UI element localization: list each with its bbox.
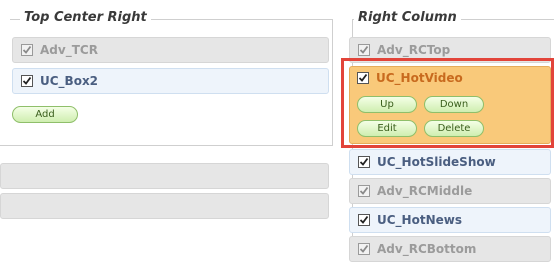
- module-item-label: UC_HotSlideShow: [377, 155, 496, 169]
- module-item-label: Adv_RCMiddle: [377, 184, 473, 198]
- module-item-label: UC_Box2: [40, 74, 99, 88]
- checkbox-checked-icon[interactable]: [358, 243, 370, 255]
- module-item-uc-hotslideshow[interactable]: UC_HotSlideShow: [349, 149, 551, 175]
- module-item-label: UC_HotNews: [377, 213, 462, 227]
- module-item-adv-rcbottom[interactable]: Adv_RCBottom: [349, 236, 551, 262]
- module-item-label: UC_HotVideo: [376, 71, 463, 85]
- module-item-uc-hotvideo[interactable]: UC_HotVideo: [357, 71, 463, 85]
- module-item-label: Adv_RCTop: [377, 43, 451, 57]
- checkbox-checked-icon[interactable]: [358, 214, 370, 226]
- right-column-legend: Right Column: [354, 10, 461, 26]
- module-item-adv-tcr[interactable]: Adv_TCR: [12, 37, 329, 63]
- delete-button[interactable]: Delete: [424, 120, 484, 137]
- checkbox-checked-icon[interactable]: [358, 185, 370, 197]
- module-item-uc-hotnews[interactable]: UC_HotNews: [349, 207, 551, 233]
- module-item-uc-box2[interactable]: UC_Box2: [12, 68, 329, 94]
- checkbox-checked-icon[interactable]: [21, 75, 33, 87]
- move-up-button[interactable]: Up: [357, 96, 417, 113]
- add-button[interactable]: Add: [12, 106, 78, 123]
- empty-slot: [0, 193, 329, 219]
- checkbox-checked-icon[interactable]: [358, 44, 370, 56]
- checkbox-checked-icon[interactable]: [21, 44, 33, 56]
- checkbox-checked-icon[interactable]: [358, 156, 370, 168]
- edit-button[interactable]: Edit: [357, 120, 417, 137]
- module-item-adv-rcmiddle[interactable]: Adv_RCMiddle: [349, 178, 551, 204]
- checkbox-checked-icon[interactable]: [357, 72, 369, 84]
- module-item-label: Adv_TCR: [40, 43, 98, 57]
- top-center-right-legend: Top Center Right: [20, 10, 151, 26]
- move-down-button[interactable]: Down: [424, 96, 484, 113]
- module-item-label: Adv_RCBottom: [377, 242, 477, 256]
- empty-slot: [0, 163, 329, 189]
